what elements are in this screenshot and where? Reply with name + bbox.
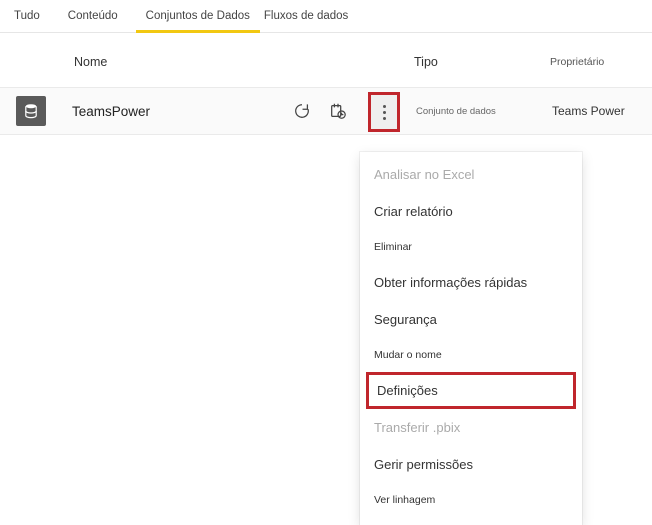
tab-all[interactable]: Tudo [4, 6, 50, 32]
tab-content[interactable]: Conteúdo [58, 6, 128, 32]
tab-dataflows[interactable]: Fluxos de dados [254, 6, 358, 32]
tab-datasets[interactable]: Conjuntos de Dados [136, 6, 260, 32]
col-header-type[interactable]: Tipo [414, 55, 438, 69]
menu-manage-permissions[interactable]: Gerir permissões [360, 446, 582, 483]
menu-download-pbix: Transferir .pbix [360, 409, 582, 446]
menu-quick-insights[interactable]: Obter informações rápidas [360, 264, 582, 301]
column-headers: Nome Tipo Proprietário [0, 33, 652, 87]
col-header-name[interactable]: Nome [74, 55, 107, 69]
menu-analyze-excel: Analisar no Excel [360, 156, 582, 193]
refresh-icon[interactable] [292, 101, 312, 121]
row-owner[interactable]: Teams Power [552, 104, 625, 118]
menu-settings[interactable]: Definições [366, 372, 576, 409]
tab-bar: Tudo Conteúdo Conjuntos de Dados Fluxos … [0, 0, 652, 33]
more-vertical-icon [383, 105, 386, 120]
table-row[interactable]: TeamsPower Conjunto de dados Teams Power [0, 87, 652, 135]
menu-view-lineage[interactable]: Ver linhagem [360, 483, 582, 517]
schedule-refresh-icon[interactable] [328, 101, 348, 121]
menu-create-report[interactable]: Criar relatório [360, 193, 582, 230]
col-header-owner[interactable]: Proprietário [550, 56, 604, 68]
row-type: Conjunto de dados [416, 106, 496, 117]
more-options-button[interactable] [368, 92, 400, 132]
context-menu: Analisar no Excel Criar relatório Elimin… [360, 152, 582, 525]
menu-rename[interactable]: Mudar o nome [360, 338, 582, 372]
row-name[interactable]: TeamsPower [72, 104, 150, 119]
row-actions [292, 101, 348, 121]
menu-delete[interactable]: Eliminar [360, 230, 582, 264]
menu-security[interactable]: Segurança [360, 301, 582, 338]
dataset-icon [16, 96, 46, 126]
